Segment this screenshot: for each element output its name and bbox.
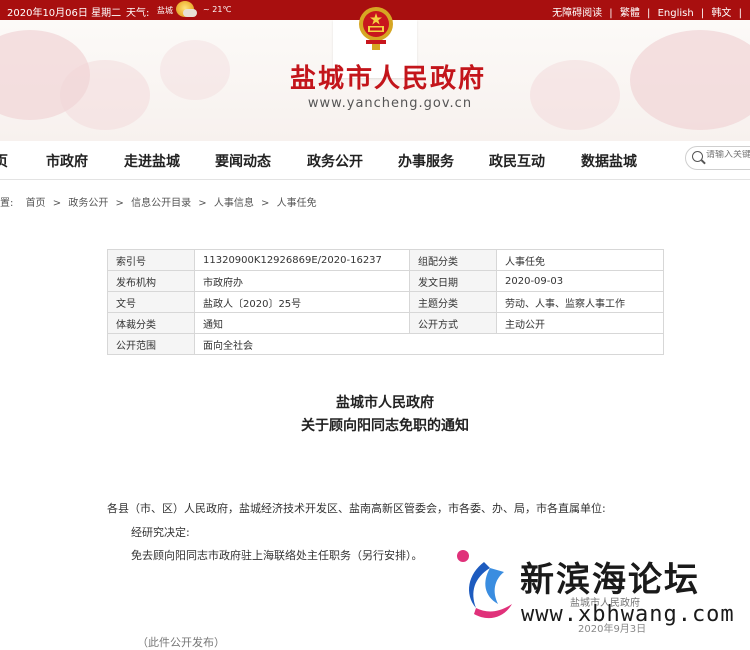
document-paragraph: 经研究决定:: [131, 526, 190, 539]
link-separator: |: [647, 8, 651, 19]
meta-key: 公开范围: [107, 333, 195, 355]
nav-item-home[interactable]: 页: [0, 151, 8, 171]
search-box[interactable]: [685, 146, 750, 170]
table-row: 体裁分类 通知 公开方式 主动公开: [107, 312, 664, 334]
nav-item-interaction[interactable]: 政民互动: [489, 151, 545, 171]
breadcrumb-separator: >: [198, 198, 207, 209]
watermark-name: 新滨海论坛: [520, 560, 700, 600]
national-emblem-icon: [359, 7, 393, 50]
site-url: www.yancheng.gov.cn: [307, 96, 473, 111]
document-title-line1: 盐城市人民政府: [336, 395, 434, 411]
meta-value: 市政府办: [194, 270, 410, 292]
breadcrumb-prefix: 置:: [0, 198, 14, 209]
meta-value: 劳动、人事、监察人事工作: [496, 291, 664, 313]
blossom-decoration: [60, 60, 150, 130]
breadcrumb-separator: >: [115, 198, 124, 209]
link-separator: |: [700, 8, 705, 19]
document-title: 盐城市人民政府 关于顾向阳同志免职的通知: [0, 392, 750, 438]
blossom-decoration: [160, 40, 230, 100]
table-row: 索引号 11320900K12926869E/2020-16237 组配分类 人…: [107, 249, 664, 271]
meta-key: 公开方式: [409, 312, 497, 334]
meta-value: 面向全社会: [194, 333, 664, 355]
link-separator: |: [609, 8, 613, 19]
breadcrumb-item-gov-affairs[interactable]: 政务公开: [68, 198, 108, 209]
breadcrumb-item-home[interactable]: 首页: [26, 198, 46, 209]
document-meta-table: 索引号 11320900K12926869E/2020-16237 组配分类 人…: [107, 249, 664, 355]
weather-cloud-icon: [183, 9, 197, 17]
document-title-line2: 关于顾向阳同志免职的通知: [301, 418, 469, 434]
search-icon[interactable]: [692, 151, 703, 162]
watermark-logo-icon: [457, 550, 512, 619]
date-text: 2020年10月06日 星期二: [7, 8, 122, 19]
nav-item-data[interactable]: 数据盐城: [581, 151, 637, 171]
main-nav: 页 市政府 走进盐城 要闻动态 政务公开 办事服务 政民互动 数据盐城: [0, 141, 750, 180]
traditional-chinese-link[interactable]: 繁體: [620, 8, 640, 19]
breadcrumb-separator: >: [52, 198, 62, 209]
link-separator: |: [738, 8, 742, 19]
breadcrumb: 置: 首页 > 政务公开 > 信息公开目录 > 人事信息 > 人事任免: [0, 194, 317, 209]
meta-value: 主动公开: [496, 312, 664, 334]
meta-key: 索引号: [107, 249, 195, 271]
meta-key: 发文日期: [409, 270, 497, 292]
watermark-url: www.xbhwang.com: [521, 602, 735, 627]
meta-key: 组配分类: [409, 249, 497, 271]
nav-item-government[interactable]: 市政府: [46, 151, 88, 171]
meta-value: 11320900K12926869E/2020-16237: [194, 249, 410, 271]
document-paragraph: 免去顾向阳同志市政府驻上海联络处主任职务（另行安排）。: [131, 549, 423, 562]
nav-item-services[interactable]: 办事服务: [398, 151, 454, 171]
meta-value: 盐政人〔2020〕25号: [194, 291, 410, 313]
meta-key: 主题分类: [409, 291, 497, 313]
korean-link[interactable]: 韩文: [711, 8, 731, 19]
meta-value: 通知: [194, 312, 410, 334]
breadcrumb-separator: >: [261, 198, 270, 209]
blossom-decoration: [630, 30, 750, 130]
weather-city: 盐城: [157, 6, 173, 15]
nav-item-gov-affairs[interactable]: 政务公开: [307, 151, 363, 171]
table-row: 发布机构 市政府办 发文日期 2020-09-03: [107, 270, 664, 292]
top-links: 无障碍阅读 | 繁體 | English | 韩文 |: [550, 4, 744, 19]
nav-item-about-yancheng[interactable]: 走进盐城: [124, 151, 180, 171]
accessible-reading-link[interactable]: 无障碍阅读: [552, 8, 602, 19]
document-addressee: 各县（市、区）人民政府，盐城经济技术开发区、盐南高新区管委会，市各委、办、局，市…: [107, 502, 606, 515]
breadcrumb-item-appointments[interactable]: 人事任免: [277, 198, 317, 209]
temperature: ~ 21℃: [203, 5, 232, 14]
breadcrumb-item-personnel[interactable]: 人事信息: [214, 198, 254, 209]
table-row: 文号 盐政人〔2020〕25号 主题分类 劳动、人事、监察人事工作: [107, 291, 664, 313]
meta-value: 人事任免: [496, 249, 664, 271]
meta-value: 2020-09-03: [496, 270, 664, 292]
english-link[interactable]: English: [658, 8, 694, 19]
meta-key: 发布机构: [107, 270, 195, 292]
table-row: 公开范围 面向全社会: [107, 333, 664, 355]
document-remark: （此件公开发布）: [137, 636, 225, 649]
weather-label: 天气:: [126, 8, 150, 19]
search-input[interactable]: [706, 150, 750, 160]
blossom-decoration: [530, 60, 620, 130]
meta-key: 文号: [107, 291, 195, 313]
site-title[interactable]: 盐城市人民政府: [263, 58, 513, 95]
nav-item-news[interactable]: 要闻动态: [215, 151, 271, 171]
breadcrumb-item-catalog[interactable]: 信息公开目录: [131, 198, 191, 209]
meta-key: 体裁分类: [107, 312, 195, 334]
